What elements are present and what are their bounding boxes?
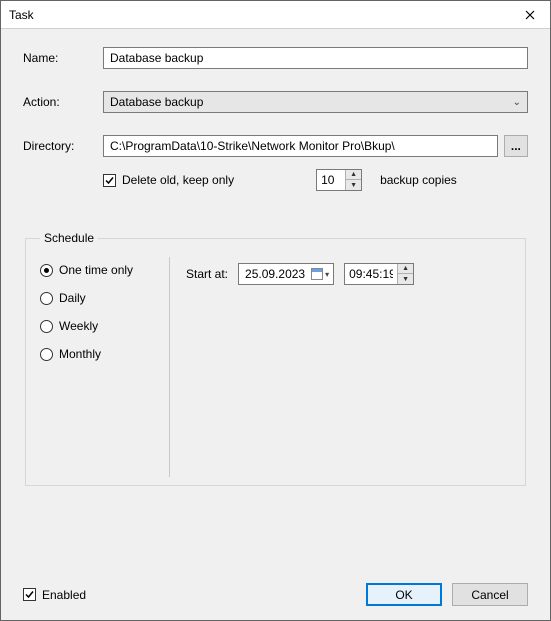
radio-label: Daily bbox=[59, 291, 86, 305]
radio-monthly[interactable]: Monthly bbox=[40, 347, 161, 361]
cancel-button[interactable]: Cancel bbox=[452, 583, 528, 606]
radio-label: One time only bbox=[59, 263, 133, 277]
browse-button[interactable]: ... bbox=[504, 135, 528, 157]
keep-count-input[interactable] bbox=[317, 170, 345, 190]
schedule-detail: Start at: 25.09.2023 ▾ ▲ bbox=[170, 257, 511, 477]
action-dropdown[interactable]: Database backup ⌄ bbox=[103, 91, 528, 113]
chevron-down-icon: ⌄ bbox=[513, 97, 521, 108]
content-area: Name: Action: Database backup ⌄ Director… bbox=[1, 29, 550, 620]
radio-label: Monthly bbox=[59, 347, 101, 361]
name-input[interactable] bbox=[103, 47, 528, 69]
check-icon bbox=[24, 589, 35, 600]
spin-down-icon[interactable]: ▼ bbox=[398, 274, 413, 284]
window-title: Task bbox=[9, 8, 34, 22]
frequency-column: One time only Daily Weekly Monthly bbox=[40, 257, 170, 477]
delete-old-label: Delete old, keep only bbox=[122, 173, 234, 187]
enabled-label: Enabled bbox=[42, 588, 86, 602]
task-dialog: Task Name: Action: Database backup ⌄ Dir… bbox=[0, 0, 551, 621]
schedule-group: Schedule One time only Daily Weekly bbox=[25, 231, 526, 486]
start-time-input[interactable] bbox=[345, 264, 397, 284]
backup-copies-label: backup copies bbox=[380, 173, 457, 187]
delete-old-row: Delete old, keep only ▲ ▼ backup copies bbox=[103, 169, 528, 191]
action-row: Action: Database backup ⌄ bbox=[23, 91, 528, 113]
radio-one-time[interactable]: One time only bbox=[40, 263, 161, 277]
footer: Enabled OK Cancel bbox=[23, 573, 528, 606]
radio-icon bbox=[40, 292, 53, 305]
close-icon bbox=[525, 10, 535, 20]
name-label: Name: bbox=[23, 51, 103, 65]
radio-icon bbox=[40, 264, 53, 277]
schedule-legend: Schedule bbox=[40, 231, 98, 245]
radio-daily[interactable]: Daily bbox=[40, 291, 161, 305]
enabled-checkbox[interactable] bbox=[23, 588, 36, 601]
start-date-value: 25.09.2023 bbox=[245, 267, 305, 281]
ok-button[interactable]: OK bbox=[366, 583, 442, 606]
start-date-picker[interactable]: 25.09.2023 ▾ bbox=[238, 263, 334, 285]
close-button[interactable] bbox=[510, 1, 550, 29]
start-at-label: Start at: bbox=[186, 267, 228, 281]
keep-count-spinner[interactable]: ▲ ▼ bbox=[316, 169, 362, 191]
check-icon bbox=[104, 175, 115, 186]
delete-old-checkbox[interactable] bbox=[103, 174, 116, 187]
radio-weekly[interactable]: Weekly bbox=[40, 319, 161, 333]
spin-up-icon[interactable]: ▲ bbox=[398, 264, 413, 274]
radio-icon bbox=[40, 320, 53, 333]
radio-label: Weekly bbox=[59, 319, 98, 333]
radio-icon bbox=[40, 348, 53, 361]
directory-input[interactable] bbox=[103, 135, 498, 157]
action-value: Database backup bbox=[110, 95, 203, 109]
ellipsis-icon: ... bbox=[511, 139, 521, 153]
directory-row: Directory: ... bbox=[23, 135, 528, 157]
calendar-icon: ▾ bbox=[311, 268, 329, 280]
action-label: Action: bbox=[23, 95, 103, 109]
titlebar: Task bbox=[1, 1, 550, 29]
spin-down-icon[interactable]: ▼ bbox=[346, 180, 361, 190]
directory-label: Directory: bbox=[23, 139, 103, 153]
spin-up-icon[interactable]: ▲ bbox=[346, 170, 361, 180]
start-time-picker[interactable]: ▲ ▼ bbox=[344, 263, 414, 285]
name-row: Name: bbox=[23, 47, 528, 69]
